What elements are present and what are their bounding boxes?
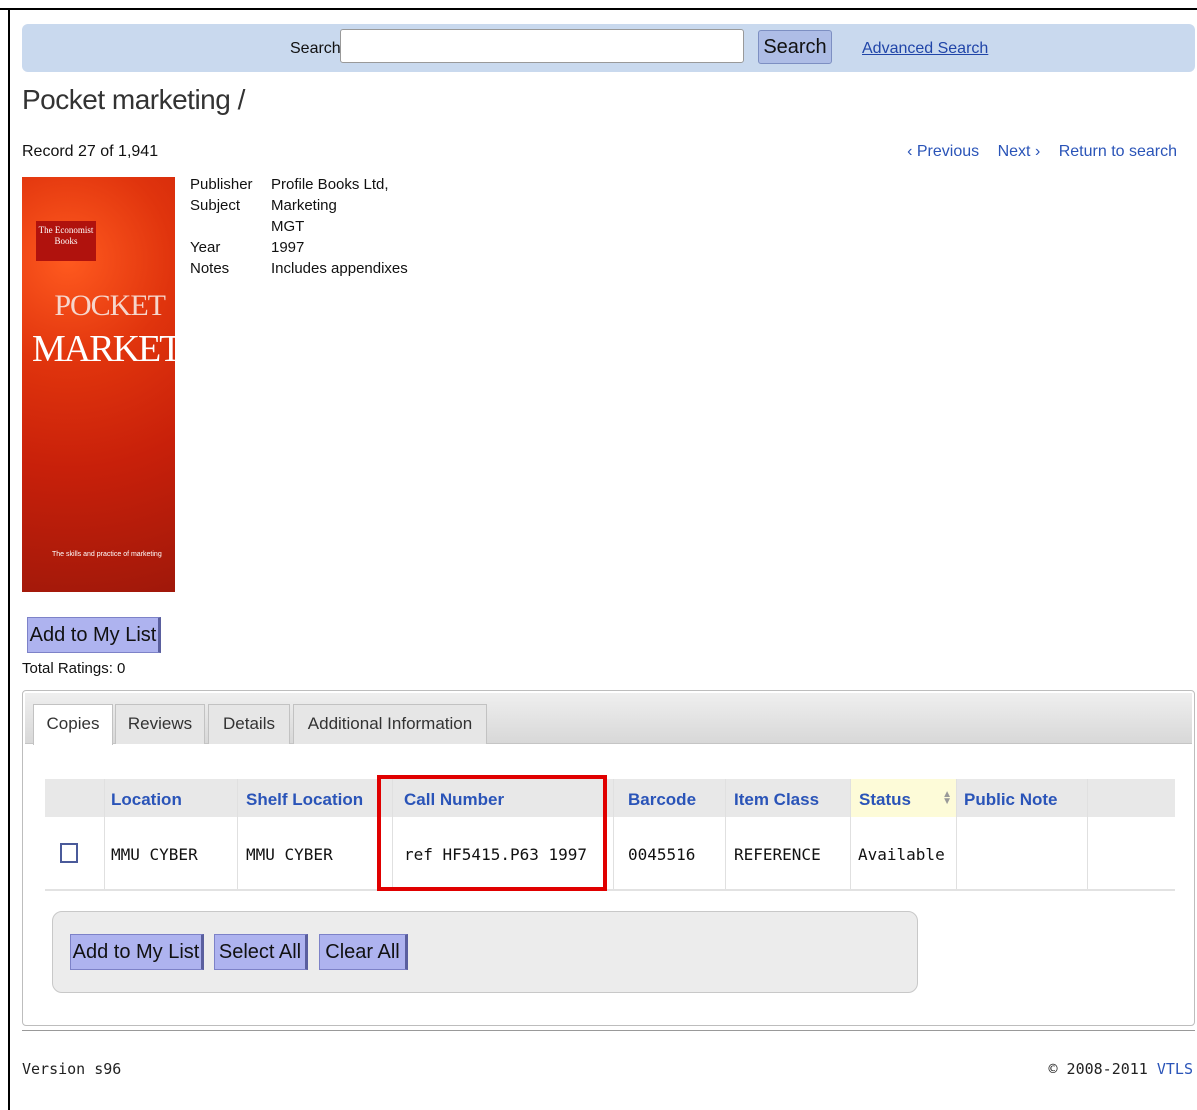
total-ratings: Total Ratings: 0 — [22, 660, 126, 677]
call-number-highlight-box — [377, 775, 607, 891]
header-shelf-location[interactable]: Shelf Location — [246, 779, 363, 817]
return-to-search-link[interactable]: Return to search — [1059, 143, 1177, 160]
subject-value: MGT — [271, 218, 305, 235]
cover-title-line2: MARKETING — [32, 328, 244, 370]
year-value: 1997 — [271, 239, 305, 256]
record-position: Record 27 of 1,941 — [22, 143, 159, 160]
next-link[interactable]: Next › — [998, 143, 1041, 160]
search-label: Search — [290, 40, 341, 57]
cell-shelf-location: MMU CYBER — [246, 845, 333, 864]
add-to-my-list-button[interactable]: Add to My List — [27, 617, 161, 653]
version-text: Version s96 — [22, 1060, 122, 1078]
record-metadata: Publisher Profile Books Ltd, Subject Marke… — [190, 174, 408, 279]
cell-item-class: REFERENCE — [734, 845, 821, 864]
copyright-text: © 2008-2011 VTLS — [1049, 1060, 1194, 1078]
cell-location: MMU CYBER — [111, 845, 198, 864]
window-left-border — [8, 8, 10, 1110]
header-public-note[interactable]: Public Note — [964, 779, 1058, 817]
header-barcode[interactable]: Barcode — [628, 779, 696, 817]
publisher-value: Profile Books Ltd, — [271, 176, 389, 193]
tab-details[interactable]: Details — [208, 704, 290, 744]
footer-divider — [22, 1030, 1195, 1031]
notes-label: Notes — [190, 260, 230, 277]
header-item-class[interactable]: Item Class — [734, 779, 819, 817]
tab-reviews[interactable]: Reviews — [115, 704, 205, 744]
copyright-label: © 2008-2011 — [1048, 1060, 1157, 1078]
clear-all-button[interactable]: Clear All — [319, 934, 408, 970]
cell-status: Available — [858, 845, 945, 864]
cover-publisher-badge: The Economist Books — [36, 221, 96, 261]
cover-title-line1: POCKET — [54, 289, 166, 322]
sort-icon: ▲ ▼ — [942, 789, 952, 807]
record-navigation: ‹ Previous Next › Return to search — [893, 143, 1177, 161]
search-bar: Search Search Advanced Search — [22, 24, 1195, 72]
cell-barcode: 0045516 — [628, 845, 696, 864]
book-cover-image: The Economist Books POCKET MARKETING The… — [22, 177, 244, 592]
year-label: Year — [190, 239, 221, 256]
search-input[interactable] — [340, 29, 744, 63]
notes-value: Includes appendixes — [271, 260, 408, 277]
page-title: Pocket marketing / — [22, 84, 245, 115]
subject-value: Marketing — [271, 197, 337, 214]
tab-copies[interactable]: Copies — [33, 704, 113, 745]
publisher-label: Publisher — [190, 176, 253, 193]
cover-tagline: The skills and practice of marketing — [52, 551, 162, 558]
previous-link[interactable]: ‹ Previous — [907, 143, 979, 160]
add-selected-to-my-list-button[interactable]: Add to My List — [70, 934, 204, 970]
search-button[interactable]: Search — [758, 30, 832, 64]
select-all-button[interactable]: Select All — [214, 934, 308, 970]
copies-table-header: Location Shelf Location Call Number Barc… — [45, 779, 1175, 817]
tab-bar: Copies Reviews Details Additional Inform… — [25, 693, 1192, 745]
row-select-checkbox[interactable] — [60, 843, 78, 863]
header-location[interactable]: Location — [111, 779, 182, 817]
vtls-link[interactable]: VTLS — [1157, 1060, 1193, 1078]
window-top-border — [0, 8, 1197, 10]
subject-label: Subject — [190, 197, 241, 214]
header-status-label: Status — [859, 790, 911, 809]
advanced-search-link[interactable]: Advanced Search — [862, 40, 988, 58]
table-row: MMU CYBER MMU CYBER ref HF5415.P63 1997 … — [45, 817, 1175, 891]
header-status[interactable]: Status ▲ ▼ — [851, 779, 956, 817]
tab-additional-information[interactable]: Additional Information — [293, 704, 487, 744]
